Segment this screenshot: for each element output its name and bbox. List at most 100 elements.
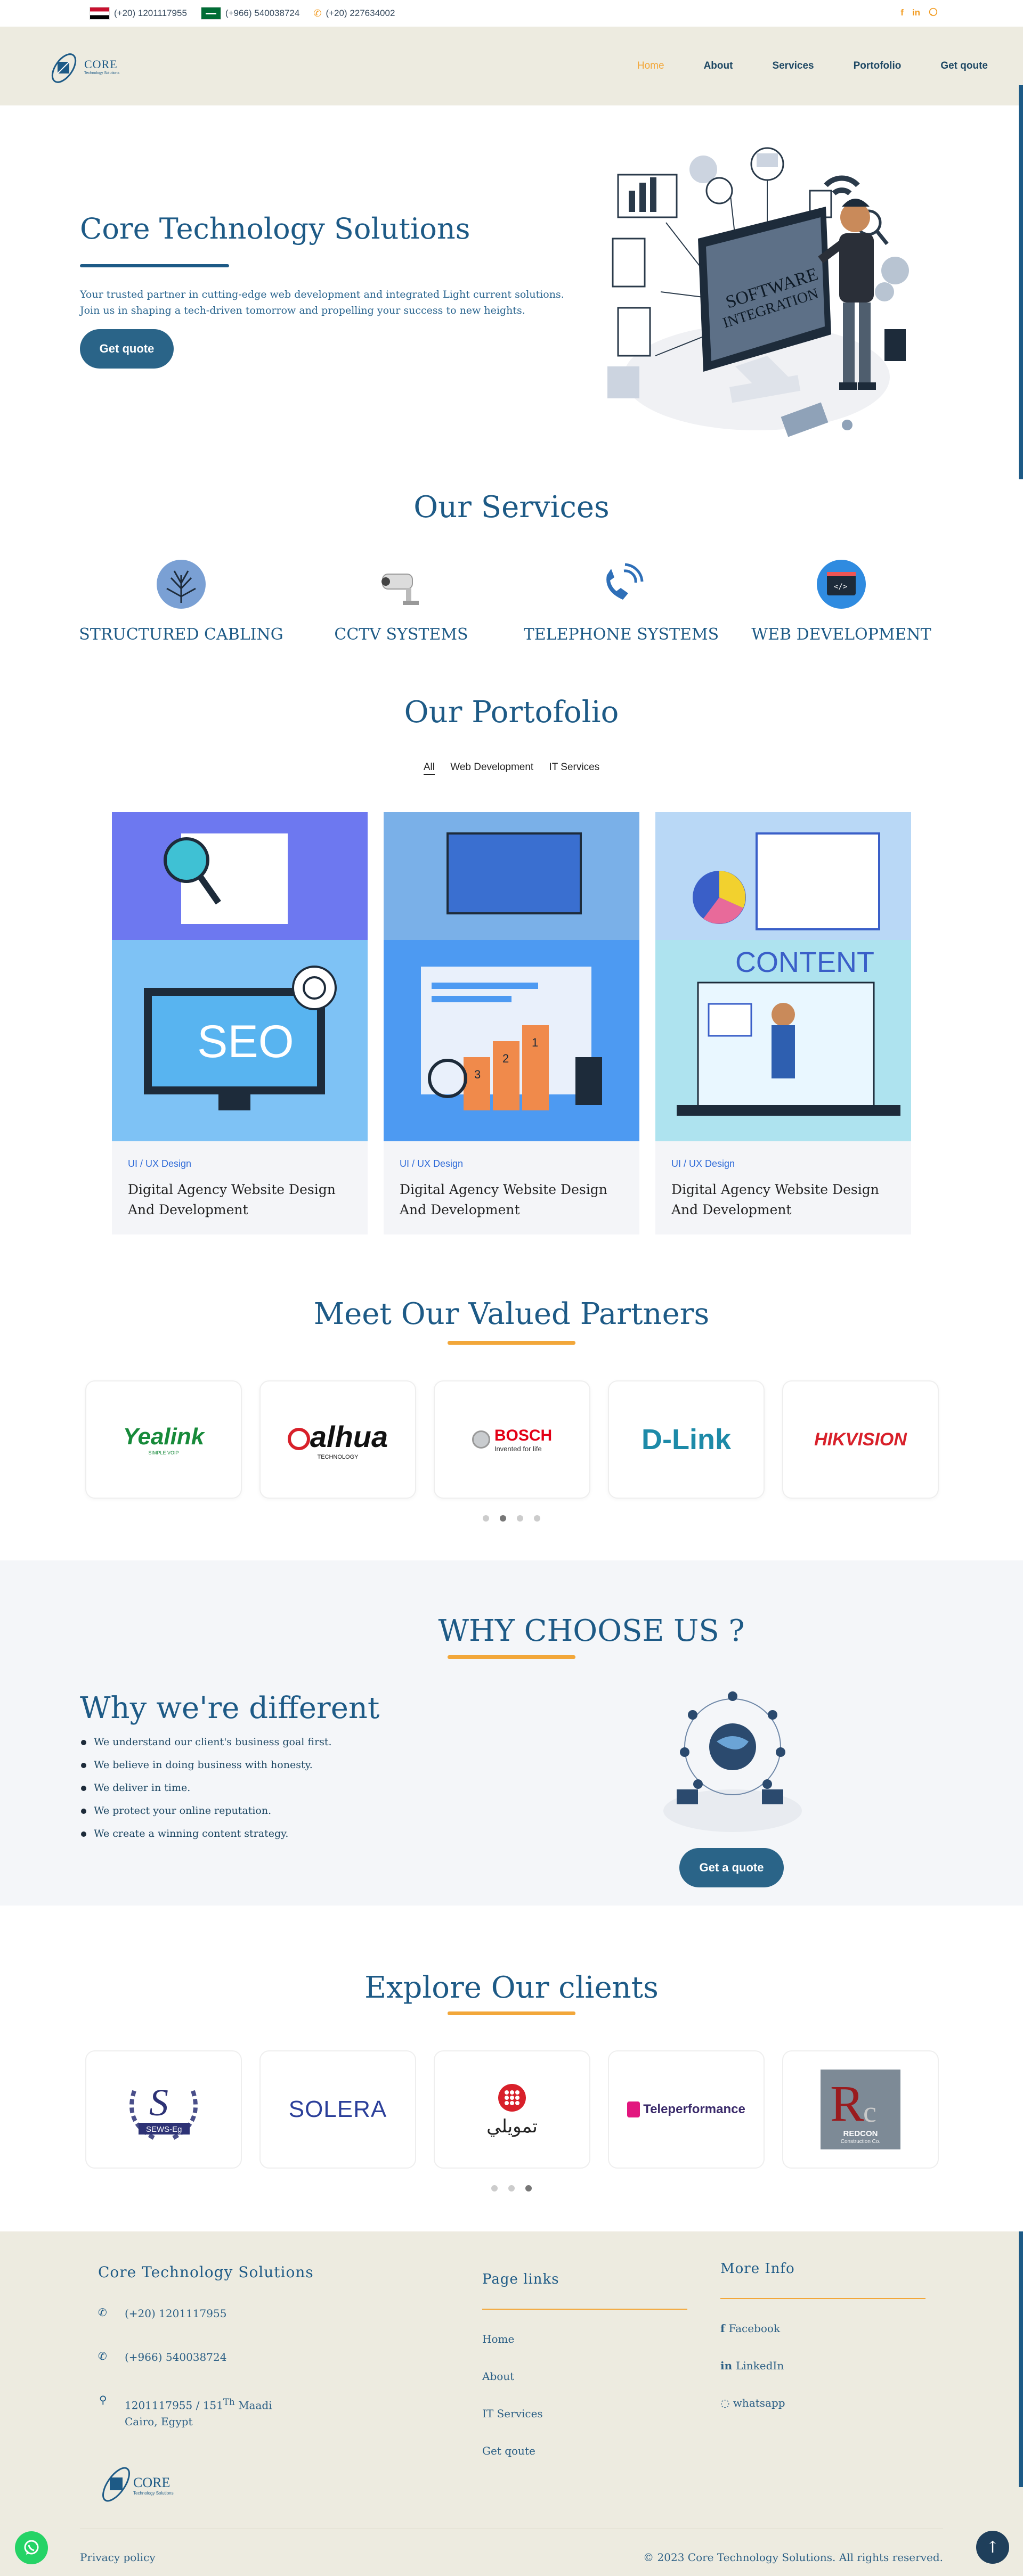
tab-it-services[interactable]: IT Services <box>549 762 599 774</box>
footer-link-about[interactable]: About <box>482 2370 514 2383</box>
global-network-illustration <box>663 1691 802 1832</box>
page: (+20) 1201117955 (+966) 540038724 ✆ (+20… <box>0 0 1023 2576</box>
carousel-dot[interactable] <box>534 1515 540 1522</box>
arrow-up-icon: ↑ <box>986 2538 1000 2557</box>
service-structured-cabling[interactable]: STRUCTURED CABLING <box>75 559 288 644</box>
contact-egypt[interactable]: (+20) 1201117955 <box>90 7 187 20</box>
nav-get-quote[interactable]: Get qoute <box>940 60 988 72</box>
partners-underline <box>448 1341 575 1345</box>
footer-whatsapp-label: whatsapp <box>733 2397 785 2409</box>
facebook-icon: f <box>720 2322 729 2335</box>
bosch-armature-icon <box>472 1430 490 1449</box>
partner-logo-bosch[interactable]: BOSCH Invented for life <box>434 1380 590 1499</box>
contact-landline[interactable]: ✆ (+20) 227634002 <box>313 8 395 19</box>
logo[interactable]: CORE Technology Solutions <box>49 47 119 85</box>
nav-portfolio[interactable]: Portofolio <box>854 60 902 72</box>
footer-linkedin-link[interactable]: in LinkedIn <box>720 2359 784 2372</box>
linkedin-icon[interactable]: in <box>912 7 920 19</box>
svg-text:S: S <box>149 2081 168 2124</box>
nav-about[interactable]: About <box>704 60 733 72</box>
whatsapp-float-button[interactable] <box>15 2531 48 2564</box>
nav-home[interactable]: Home <box>637 60 664 72</box>
privacy-policy-link[interactable]: Privacy policy <box>80 2551 156 2564</box>
service-cctv[interactable]: CCTV SYSTEMS <box>295 559 508 644</box>
svg-text:CORE: CORE <box>133 2475 170 2490</box>
client-logo-teleperformance[interactable]: Teleperformance <box>608 2050 765 2169</box>
why-point: We create a winning content strategy. <box>80 1828 332 1839</box>
partner-logo-dahua[interactable]: alhua TECHNOLOGY <box>259 1380 416 1499</box>
bosch-logo-subtext: Invented for life <box>494 1444 542 1453</box>
dahua-logo-text: alhua <box>310 1419 388 1453</box>
portfolio-card-title[interactable]: Digital Agency Website Design And Develo… <box>128 1180 357 1220</box>
partner-logo-hikvision[interactable]: HIKVISION <box>782 1380 939 1499</box>
portfolio-card[interactable]: 3 2 1 UI / UX Design Digital Agency Webs… <box>384 812 639 1234</box>
copyright-text: © 2023 Core Technology Solutions. All ri… <box>643 2551 943 2564</box>
why-get-quote-button[interactable]: Get a quote <box>679 1848 784 1887</box>
hero-text: Your trusted partner in cutting-edge web… <box>80 289 564 316</box>
teleperformance-mark-icon <box>627 2101 640 2117</box>
back-to-top-button[interactable]: ↑ <box>976 2531 1009 2564</box>
logo-mark-icon <box>51 53 77 83</box>
ranking-illustration: 3 2 1 <box>384 812 639 1141</box>
phone-landline: (+20) 227634002 <box>326 8 395 18</box>
partner-logo-dlink[interactable]: D-Link <box>608 1380 765 1499</box>
whatsapp-icon <box>24 2540 39 2555</box>
page-links-divider <box>482 2309 687 2310</box>
footer-facebook-label: Facebook <box>728 2322 781 2335</box>
portfolio-category[interactable]: UI / UX Design <box>128 1158 191 1170</box>
portfolio-category[interactable]: UI / UX Design <box>671 1158 735 1170</box>
tab-web-development[interactable]: Web Development <box>450 762 533 774</box>
footer-facebook-link[interactable]: f Facebook <box>720 2322 780 2335</box>
redcon-logo-text: REDCON <box>843 2129 878 2138</box>
client-logo-solera[interactable]: SOLERA <box>259 2050 416 2169</box>
cctv-camera-icon <box>381 574 419 605</box>
service-label: STRUCTURED CABLING <box>79 625 283 644</box>
why-choose-us-section: WHY CHOOSE US ? Why we're different We u… <box>0 1560 1023 1906</box>
portfolio-card-title[interactable]: Digital Agency Website Design And Develo… <box>671 1180 900 1220</box>
network-tree-icon <box>157 560 206 609</box>
portfolio-card[interactable]: SEO UI / UX Design Digital Agency Websit… <box>112 812 368 1234</box>
client-logo-redcon[interactable]: R c REDCON Construction Co. <box>782 2050 939 2169</box>
footer-whatsapp-link[interactable]: ◌ whatsapp <box>720 2397 785 2409</box>
carousel-dot[interactable] <box>508 2185 515 2191</box>
tab-all[interactable]: All <box>423 762 435 775</box>
portfolio-card[interactable]: CONTENT UI / UX Design Digital Agency We… <box>655 812 911 1234</box>
carousel-dot[interactable] <box>491 2185 498 2191</box>
service-label: CCTV SYSTEMS <box>334 625 468 644</box>
client-logo-tamweely[interactable]: تمويلي <box>434 2050 590 2169</box>
footer-link-home[interactable]: Home <box>482 2333 514 2345</box>
footer-logo[interactable]: CORE Technology Solutions <box>100 2455 185 2508</box>
portfolio-card-title[interactable]: Digital Agency Website Design And Develo… <box>400 1180 629 1220</box>
portfolio-category[interactable]: UI / UX Design <box>400 1158 463 1170</box>
footer-address-area: Maadi <box>234 2399 272 2412</box>
footer-link-get-quote[interactable]: Get qoute <box>482 2444 535 2457</box>
clients-underline <box>448 2011 575 2015</box>
facebook-icon[interactable]: f <box>900 7 904 19</box>
contact-saudi[interactable]: (+966) 540038724 <box>200 7 299 20</box>
whatsapp-icon[interactable] <box>929 7 938 19</box>
logo-text: CORE <box>84 57 118 71</box>
service-web-development[interactable]: </> WEB DEVELOPMENT <box>735 559 948 644</box>
partners-title: Meet Our Valued Partners <box>313 1297 710 1331</box>
partner-logo-yealink[interactable]: Yealink SIMPLE VOIP <box>85 1380 242 1499</box>
footer-address: 1201117955 / 151Th Maadi Cairo, Egypt <box>125 2394 272 2430</box>
teleperformance-logo-text: Teleperformance <box>643 2102 745 2116</box>
footer-phone-2[interactable]: (+966) 540038724 <box>125 2351 226 2364</box>
linkedin-icon: in <box>720 2359 736 2372</box>
carousel-dot-active[interactable] <box>500 1515 506 1522</box>
seo-illustration: SEO <box>112 812 368 1141</box>
solera-logo-text: SOLERA <box>288 2096 387 2122</box>
web-code-icon: </> <box>817 560 866 609</box>
footer-company-name: Core Technology Solutions <box>98 2263 314 2281</box>
carousel-dot[interactable] <box>517 1515 523 1522</box>
carousel-dot-active[interactable] <box>525 2185 532 2191</box>
nav-services[interactable]: Services <box>772 60 814 72</box>
hero-get-quote-button[interactable]: Get quote <box>80 329 174 369</box>
scroll-accent <box>1019 2231 1023 2487</box>
footer-phone-1[interactable]: (+20) 1201117955 <box>125 2307 226 2320</box>
carousel-dot[interactable] <box>483 1515 489 1522</box>
why-points: We understand our client's business goal… <box>80 1736 332 1851</box>
service-telephone[interactable]: TELEPHONE SYSTEMS <box>515 559 728 644</box>
footer-link-it-services[interactable]: IT Services <box>482 2407 543 2420</box>
client-logo-sews[interactable]: S SEWS-Eg <box>85 2050 242 2169</box>
